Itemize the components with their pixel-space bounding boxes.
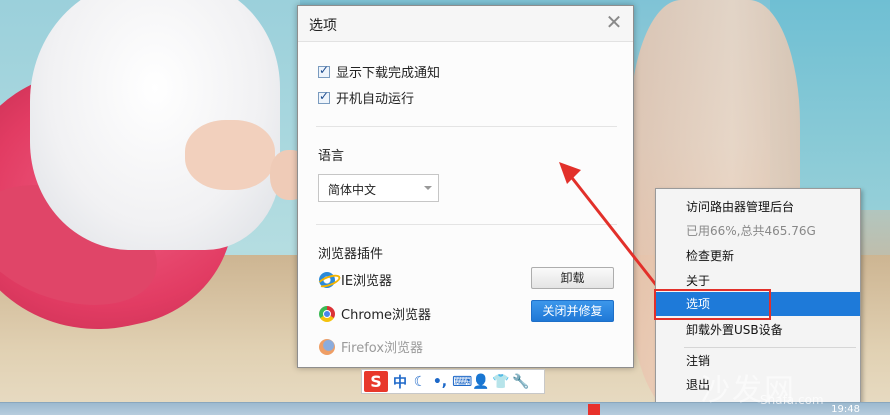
language-select[interactable]: 简体中文 — [318, 174, 439, 202]
download-notify-label: 显示下载完成通知 — [336, 66, 441, 81]
menu-item-check-update[interactable]: 检查更新 — [656, 244, 860, 268]
autostart-checkbox-row[interactable]: 开机自动运行 — [318, 88, 414, 107]
plugin-row-firefox: Firefox浏览器 — [319, 337, 423, 356]
firefox-icon — [319, 338, 335, 355]
punctuation-icon[interactable]: •, — [432, 374, 448, 390]
close-icon[interactable]: ✕ — [603, 10, 625, 34]
keyboard-icon[interactable]: ⌨ — [452, 374, 472, 390]
plugin-name-firefox: Firefox浏览器 — [341, 341, 424, 356]
clock[interactable]: 19:48 — [831, 404, 860, 415]
language-select-value: 简体中文 — [328, 183, 377, 197]
plugin-row-ie: IE浏览器 — [319, 270, 392, 289]
shirt-icon[interactable]: 👕 — [492, 374, 509, 390]
plugin-name-ie: IE浏览器 — [341, 274, 393, 289]
menu-item-storage-usage: 已用66%,总共465.76G — [686, 224, 816, 238]
plugins-section-label: 浏览器插件 — [318, 247, 384, 262]
menu-item-eject-usb[interactable]: 卸载外置USB设备 — [656, 318, 860, 342]
divider — [316, 126, 617, 127]
chinese-mode-icon[interactable]: 中 — [392, 372, 408, 392]
watermark-subtext: Shafa.com — [760, 393, 824, 407]
checkbox-checked-icon[interactable] — [318, 63, 330, 78]
close-and-repair-button[interactable]: 关闭并修复 — [531, 300, 614, 322]
plugin-name-chrome: Chrome浏览器 — [341, 308, 431, 323]
menu-divider — [684, 347, 856, 348]
dialog-body: 显示下载完成通知 开机自动运行 语言 简体中文 浏览器插件 IE浏览器 卸载 C… — [298, 42, 633, 367]
checkbox-checked-icon[interactable] — [318, 89, 330, 104]
dialog-title: 选项 — [309, 18, 337, 34]
autostart-label: 开机自动运行 — [336, 92, 415, 107]
plugin-row-chrome: Chrome浏览器 — [319, 304, 431, 323]
ie-icon — [319, 271, 335, 288]
options-dialog: 选项 ✕ 显示下载完成通知 开机自动运行 语言 简体中文 浏览器插件 IE浏览器… — [297, 5, 634, 368]
chrome-icon — [319, 305, 335, 322]
tray-sogou-icon[interactable] — [588, 404, 600, 415]
wrench-icon[interactable]: 🔧 — [512, 374, 529, 390]
sogou-logo-icon[interactable]: S — [364, 371, 388, 392]
menu-item-router-admin[interactable]: 访问路由器管理后台 — [656, 195, 860, 219]
uninstall-ie-plugin-button[interactable]: 卸载 — [531, 267, 614, 289]
language-section-label: 语言 — [318, 149, 345, 164]
user-icon[interactable]: 👤 — [472, 374, 489, 390]
download-notify-checkbox-row[interactable]: 显示下载完成通知 — [318, 62, 440, 81]
divider — [316, 224, 617, 225]
dialog-titlebar: 选项 ✕ — [298, 6, 633, 42]
ime-toolbar: S 中 ☾ •, ⌨ 👤 👕 🔧 — [361, 369, 545, 394]
chevron-down-icon — [424, 186, 432, 190]
moon-icon[interactable]: ☾ — [412, 374, 428, 390]
annotation-highlight-box — [654, 289, 771, 320]
